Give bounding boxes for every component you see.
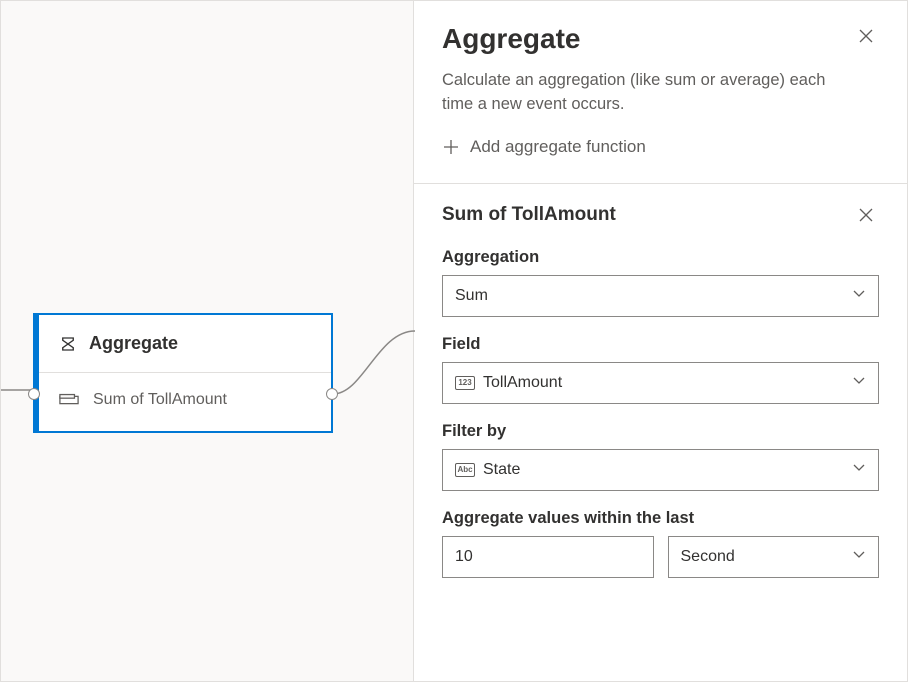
plus-icon: [442, 138, 460, 156]
add-aggregate-label: Add aggregate function: [470, 137, 646, 157]
field-icon: [59, 393, 79, 407]
output-port[interactable]: [326, 388, 338, 400]
filter-value: State: [483, 461, 520, 479]
field-value: TollAmount: [483, 374, 562, 392]
time-value: 10: [455, 548, 473, 566]
add-aggregate-button[interactable]: Add aggregate function: [442, 135, 879, 177]
chevron-down-icon: [852, 286, 866, 305]
time-unit-value: Second: [681, 548, 735, 566]
panel-title: Aggregate: [442, 23, 580, 55]
filter-label: Filter by: [442, 422, 879, 441]
time-value-input[interactable]: 10: [442, 536, 654, 578]
canvas[interactable]: Aggregate Sum of TollAmount: [1, 1, 413, 681]
field-label: Field: [442, 335, 879, 354]
filter-dropdown[interactable]: Abc State: [442, 449, 879, 491]
section-heading: Sum of TollAmount: [442, 204, 616, 226]
aggregation-dropdown[interactable]: Sum: [442, 275, 879, 317]
number-type-icon: 123: [455, 376, 475, 390]
time-unit-dropdown[interactable]: Second: [668, 536, 880, 578]
input-port[interactable]: [28, 388, 40, 400]
chevron-down-icon: [852, 547, 866, 566]
field-dropdown[interactable]: 123 TollAmount: [442, 362, 879, 404]
node-item-label: Sum of TollAmount: [93, 391, 227, 409]
time-window-label: Aggregate values within the last: [442, 509, 879, 528]
aggregate-node[interactable]: Aggregate Sum of TollAmount: [33, 313, 333, 433]
text-type-icon: Abc: [455, 463, 475, 477]
aggregation-label: Aggregation: [442, 248, 879, 267]
chevron-down-icon: [852, 373, 866, 392]
node-title: Aggregate: [89, 333, 178, 354]
remove-section-button[interactable]: [853, 202, 879, 228]
properties-panel: Aggregate Calculate an aggregation (like…: [413, 1, 907, 681]
close-panel-button[interactable]: [853, 23, 879, 49]
aggregation-value: Sum: [455, 287, 488, 305]
sigma-icon: [59, 335, 77, 353]
panel-description: Calculate an aggregation (like sum or av…: [442, 69, 842, 117]
chevron-down-icon: [852, 460, 866, 479]
